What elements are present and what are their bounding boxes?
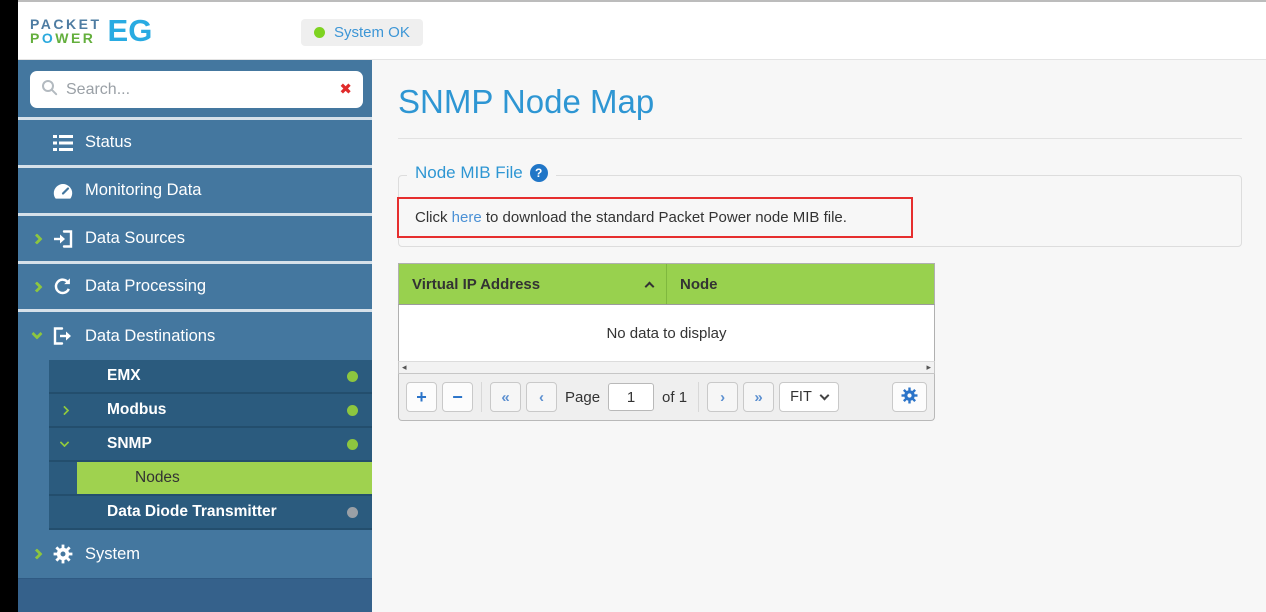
- logo-power-text: POWER: [30, 31, 102, 45]
- main-content: SNMP Node Map Node MIB File ? Click here…: [372, 61, 1266, 612]
- node-map-table: Virtual IP Address Node No data to displ…: [398, 263, 935, 421]
- page-label: Page: [565, 389, 600, 406]
- status-dot-green: [347, 405, 358, 416]
- app-window: PACKET POWER EG System OK ✖: [0, 0, 1266, 612]
- sign-out-icon: [49, 327, 76, 345]
- sign-in-icon: [49, 230, 76, 248]
- sidebar-item-label: System: [85, 545, 140, 564]
- page-title: SNMP Node Map: [398, 83, 1242, 121]
- packet-power-eg-logo: PACKET POWER EG: [30, 13, 152, 49]
- submenu-item-modbus[interactable]: Modbus: [49, 394, 372, 428]
- search-box[interactable]: ✖: [30, 71, 363, 108]
- page-size-select[interactable]: FIT: [779, 382, 839, 412]
- sidebar-item-label: Monitoring Data: [85, 181, 201, 200]
- submenu-indent: [49, 462, 77, 494]
- gear-icon: [49, 544, 76, 564]
- download-mib-link[interactable]: here: [452, 209, 482, 226]
- table-header-row: Virtual IP Address Node: [398, 263, 935, 305]
- logo-wordmark: PACKET POWER: [30, 17, 102, 45]
- table-empty-row: No data to display: [398, 305, 935, 361]
- empty-message: No data to display: [606, 325, 726, 342]
- sidebar-footer-strip: [18, 578, 372, 612]
- node-mib-file-legend: Node MIB File ?: [407, 163, 556, 183]
- toolbar-divider: [698, 382, 699, 412]
- monitoring-gauge-icon: [49, 182, 76, 200]
- sort-asc-icon: [645, 281, 655, 291]
- sidebar-search-area: ✖: [18, 60, 372, 117]
- submenu-item-label: EMX: [107, 367, 141, 385]
- first-page-button[interactable]: «: [490, 382, 521, 412]
- sidebar-item-status[interactable]: Status: [18, 120, 372, 168]
- sidebar-item-monitoring-data[interactable]: Monitoring Data: [18, 168, 372, 216]
- logo-o-mark: O: [42, 30, 55, 46]
- logo-packet-text: PACKET: [30, 17, 102, 31]
- sidebar-item-data-destinations[interactable]: Data Destinations: [18, 312, 372, 360]
- status-dot-gray: [347, 507, 358, 518]
- sidebar-item-label: Data Destinations: [85, 327, 215, 346]
- status-list-icon: [49, 134, 76, 152]
- search-icon: [41, 79, 58, 101]
- system-status-dot: [314, 27, 325, 38]
- left-edge-strip: [0, 0, 18, 612]
- top-bar: PACKET POWER EG System OK: [18, 0, 1266, 60]
- chevron-right-icon: [28, 550, 46, 558]
- help-icon[interactable]: ?: [530, 164, 548, 182]
- data-destinations-submenu: EMX Modbus SNMP: [18, 360, 372, 530]
- submenu-item-nodes-selected[interactable]: Nodes: [49, 462, 372, 496]
- system-status-label: System OK: [334, 24, 410, 41]
- selected-highlight: Nodes: [77, 462, 372, 494]
- chevron-down-icon: [819, 391, 829, 401]
- legend-label: Node MIB File: [415, 163, 523, 183]
- status-dot-green: [347, 371, 358, 382]
- page-of-label: of 1: [662, 389, 687, 406]
- mib-text-after: to download the standard Packet Power no…: [482, 209, 847, 226]
- sidebar-item-data-processing[interactable]: Data Processing: [18, 264, 372, 312]
- sidebar-nav: Status Monitoring Data Data Sources: [18, 117, 372, 578]
- sidebar-item-label: Status: [85, 133, 132, 152]
- chevron-down-icon: [28, 334, 46, 338]
- next-page-button[interactable]: ›: [707, 382, 738, 412]
- chevron-right-icon: [56, 407, 72, 414]
- submenu-item-emx[interactable]: EMX: [49, 360, 372, 394]
- status-dot-green: [347, 439, 358, 450]
- submenu-item-label: Data Diode Transmitter: [107, 503, 277, 521]
- system-status-badge: System OK: [301, 19, 423, 46]
- gear-icon: [901, 387, 918, 408]
- column-header-node[interactable]: Node: [667, 264, 934, 304]
- submenu-item-label: SNMP: [107, 435, 152, 453]
- chevron-down-icon: [56, 443, 72, 446]
- prev-page-button[interactable]: ‹: [526, 382, 557, 412]
- sidebar-item-label: Data Processing: [85, 277, 206, 296]
- submenu-item-label: Modbus: [107, 401, 166, 419]
- sidebar-item-system[interactable]: System: [18, 530, 372, 578]
- submenu-item-snmp[interactable]: SNMP: [49, 428, 372, 462]
- horizontal-scrollbar[interactable]: ◂ ▸: [398, 361, 935, 374]
- remove-row-button[interactable]: −: [442, 382, 473, 412]
- logo-eg-text: EG: [108, 13, 153, 49]
- toolbar-divider: [481, 382, 482, 412]
- search-input[interactable]: [66, 81, 331, 99]
- table-settings-button[interactable]: [892, 382, 927, 412]
- chevron-right-icon: [28, 283, 46, 291]
- submenu-item-label: Nodes: [135, 469, 180, 487]
- table-toolbar: + − « ‹ Page of 1 › » FIT: [398, 374, 935, 421]
- clear-search-icon[interactable]: ✖: [339, 82, 352, 97]
- annotation-highlight-box: Click here to download the standard Pack…: [397, 197, 913, 238]
- title-divider: [398, 138, 1242, 139]
- node-mib-file-section: Node MIB File ? Click here to download t…: [398, 175, 1242, 247]
- sidebar: ✖ Status Monitoring Data: [18, 60, 372, 612]
- last-page-button[interactable]: »: [743, 382, 774, 412]
- sidebar-item-data-sources[interactable]: Data Sources: [18, 216, 372, 264]
- scroll-left-icon[interactable]: ◂: [402, 362, 407, 373]
- column-header-virtual-ip-address[interactable]: Virtual IP Address: [399, 264, 667, 304]
- submenu-item-data-diode-transmitter[interactable]: Data Diode Transmitter: [49, 496, 372, 530]
- refresh-icon: [49, 277, 76, 296]
- add-row-button[interactable]: +: [406, 382, 437, 412]
- chevron-right-icon: [28, 235, 46, 243]
- mib-text-before: Click: [415, 209, 452, 226]
- page-number-input[interactable]: [608, 383, 654, 411]
- sidebar-item-label: Data Sources: [85, 229, 185, 248]
- scroll-right-icon[interactable]: ▸: [926, 362, 931, 373]
